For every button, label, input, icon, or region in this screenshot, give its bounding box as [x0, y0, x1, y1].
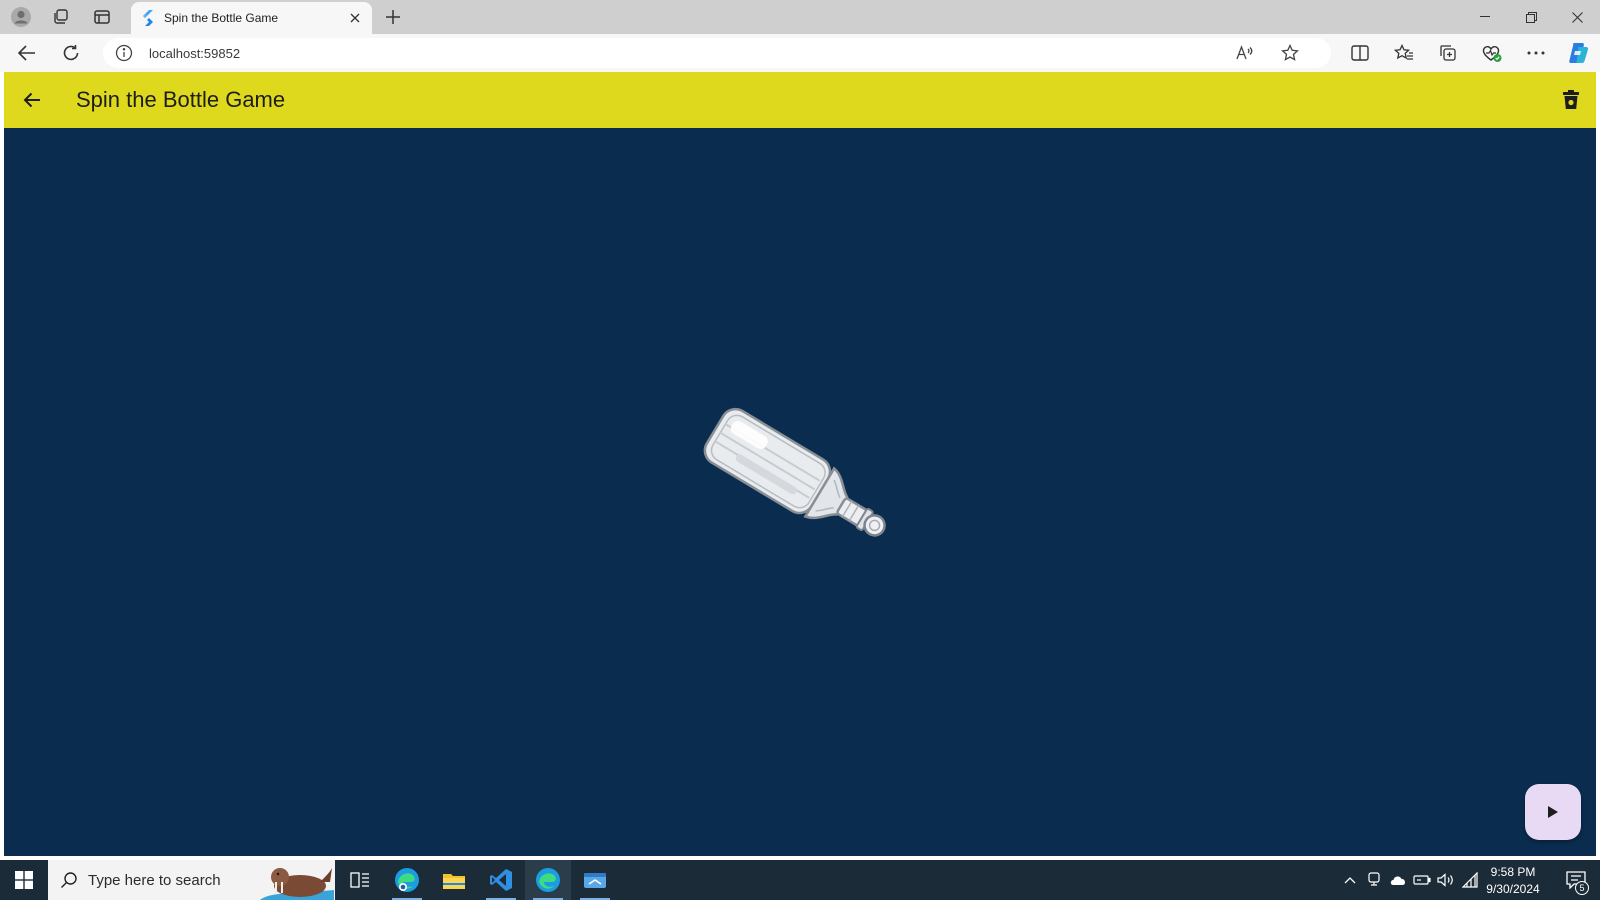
favorite-star-icon[interactable] [1278, 42, 1302, 64]
notification-count-badge: 5 [1575, 881, 1589, 895]
tab-title: Spin the Bottle Game [164, 11, 279, 25]
copilot-icon[interactable] [1565, 40, 1593, 66]
chevron-up-icon[interactable] [1340, 871, 1360, 889]
browser-tab-strip: Spin the Bottle Game [0, 0, 1600, 34]
network-icon[interactable] [1460, 871, 1480, 889]
play-icon [1547, 805, 1559, 819]
site-info-icon[interactable] [115, 44, 133, 62]
bottle-image[interactable] [694, 407, 894, 547]
vscode-icon[interactable] [478, 860, 524, 900]
workspaces-icon[interactable] [49, 5, 73, 29]
page-title: Spin the Bottle Game [76, 87, 286, 112]
battery-icon[interactable] [1412, 871, 1432, 889]
url-text[interactable]: localhost:59852 [149, 46, 240, 61]
search-highlight-walrus-icon [260, 862, 334, 900]
file-explorer-icon[interactable] [431, 860, 477, 900]
refresh-icon[interactable] [57, 40, 85, 66]
app-bar: Spin the Bottle Game [4, 72, 1596, 128]
flutter-favicon-icon [141, 10, 155, 26]
taskbar-clock[interactable]: 9:58 PM 9/30/2024 [1480, 864, 1546, 898]
tab-close-icon[interactable] [346, 9, 364, 27]
address-bar[interactable]: localhost:59852 [103, 38, 1331, 68]
task-view-icon[interactable] [337, 860, 383, 900]
favorites-icon[interactable] [1390, 40, 1418, 66]
split-screen-icon[interactable] [1346, 40, 1374, 66]
read-aloud-icon[interactable] [1233, 42, 1257, 64]
collections-icon[interactable] [1434, 40, 1462, 66]
minimize-icon[interactable] [1462, 0, 1508, 34]
windows-start-icon[interactable] [0, 860, 48, 900]
new-tab-icon[interactable] [381, 5, 405, 29]
search-icon [60, 871, 78, 889]
tab-spin-the-bottle[interactable]: Spin the Bottle Game [131, 2, 372, 34]
notification-center-icon[interactable]: 5 [1556, 860, 1596, 900]
profile-icon[interactable] [9, 5, 33, 29]
edge-taskbar-icon[interactable] [384, 860, 430, 900]
edge-active-window-icon[interactable] [525, 860, 571, 900]
browser-toolbar: localhost:59852 [0, 34, 1600, 72]
windows-taskbar: Type here to search 9:58 PM 9/30/2024 5 [0, 860, 1600, 900]
taskbar-search-box[interactable]: Type here to search [48, 860, 335, 900]
arrow-left-icon[interactable] [16, 84, 48, 116]
clock-date: 9/30/2024 [1486, 882, 1540, 896]
restore-icon[interactable] [1508, 0, 1554, 34]
play-spin-button[interactable] [1525, 784, 1581, 840]
browser-back-icon[interactable] [13, 40, 41, 66]
more-menu-icon[interactable] [1522, 40, 1550, 66]
clock-time: 9:58 PM [1490, 865, 1536, 879]
meet-now-icon[interactable] [1364, 871, 1384, 889]
app-window-taskbar-icon[interactable] [572, 860, 618, 900]
delete-bin-icon[interactable] [1557, 86, 1585, 114]
vertical-tabs-icon[interactable] [90, 5, 114, 29]
close-window-icon[interactable] [1554, 0, 1600, 34]
volume-icon[interactable] [1436, 871, 1456, 889]
app-window: Spin the Bottle Game [4, 72, 1596, 856]
onedrive-cloud-icon[interactable] [1388, 871, 1408, 889]
browser-essentials-icon[interactable] [1478, 40, 1506, 66]
search-placeholder[interactable]: Type here to search [88, 872, 221, 889]
